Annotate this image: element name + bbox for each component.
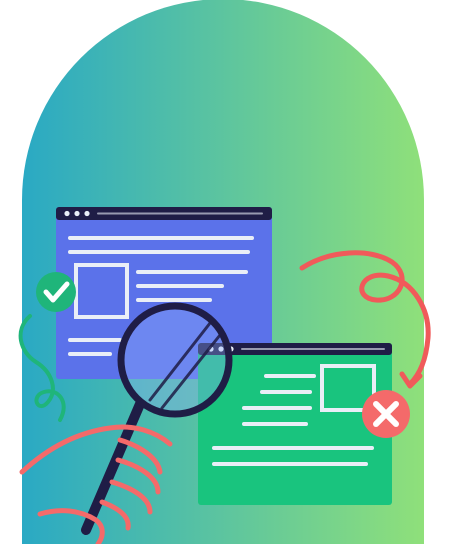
window-dot — [74, 210, 80, 217]
window-dot — [84, 210, 90, 217]
check-badge — [36, 272, 76, 312]
cross-badge — [362, 390, 410, 438]
illustration — [18, 0, 431, 544]
window-dot — [64, 210, 70, 217]
